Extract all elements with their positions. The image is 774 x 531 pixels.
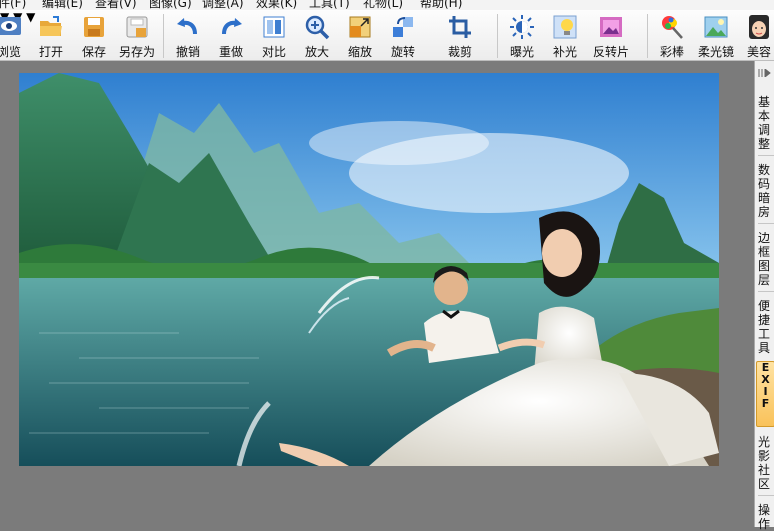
resize-icon <box>349 16 371 38</box>
menu-adjust[interactable]: 调整(A) <box>202 0 244 10</box>
menu-bar: 件(F) 编辑(E) 查看(V) 图像(G) 调整(A) 效果(K) 工具(T)… <box>0 0 774 10</box>
soft-lens-icon <box>704 16 728 38</box>
magnifier-icon <box>305 15 330 40</box>
menu-view[interactable]: 查看(V) <box>95 0 137 10</box>
right-tab-panel: 基本调整 数码暗房 边框图层 便捷工具 EXIF 光影社区 操作 <box>754 61 774 531</box>
fill-light-button[interactable]: 补光 <box>546 10 584 60</box>
compare-button[interactable]: 对比 <box>255 10 293 60</box>
open-button[interactable]: 打开 <box>32 10 70 60</box>
menu-gifts[interactable]: 礼物(L) <box>363 0 403 10</box>
tab-divider <box>758 495 774 496</box>
save-as-button[interactable]: 另存为 <box>114 10 160 60</box>
beauty-face-icon <box>749 15 769 39</box>
tab-quick-tools[interactable]: 便捷工具 <box>757 299 771 355</box>
tab-border-layers[interactable]: 边框图层 <box>757 231 771 287</box>
browse-eye-icon <box>0 17 21 35</box>
menu-edit[interactable]: 编辑(E) <box>42 0 83 10</box>
photo-scene <box>19 73 719 466</box>
tab-exif[interactable]: EXIF <box>756 361 774 427</box>
exposure-button[interactable]: 曝光 <box>503 10 541 60</box>
crop-icon <box>449 16 471 38</box>
toolbar-separator <box>497 14 498 58</box>
zoom-in-button[interactable]: 放大 <box>298 10 336 60</box>
color-wand-icon <box>662 16 683 39</box>
save-disk-icon <box>84 17 104 37</box>
beauty-button[interactable]: 美容 <box>740 10 774 60</box>
tab-community[interactable]: 光影社区 <box>757 435 771 491</box>
invert-film-icon <box>600 17 622 37</box>
main-toolbar: 浏览 打开 保存 另存为 撤销 重做 对比 放大 缩放 旋转 ▼ 裁剪 ▼ <box>0 10 774 61</box>
fill-light-bulb-icon <box>553 15 577 39</box>
panel-collapse-icon[interactable] <box>758 69 772 77</box>
toolbar-separator <box>163 14 164 58</box>
redo-arrow-icon <box>222 18 242 35</box>
invert-button[interactable]: 反转片 <box>589 10 633 60</box>
tab-divider <box>758 223 774 224</box>
tab-basic-adjust[interactable]: 基本调整 <box>757 95 771 151</box>
tab-digital-darkroom[interactable]: 数码暗房 <box>757 163 771 219</box>
toolbar-separator <box>647 14 648 58</box>
browse-button[interactable]: 浏览 <box>0 10 26 60</box>
rotate-button[interactable]: 旋转 <box>384 10 422 60</box>
menu-tools[interactable]: 工具(T) <box>309 0 350 10</box>
undo-button[interactable]: 撤销 <box>169 10 207 60</box>
soft-lens-button[interactable]: 柔光镜 <box>695 10 737 60</box>
crop-button[interactable]: 裁剪 <box>441 10 479 60</box>
menu-help[interactable]: 帮助(H) <box>420 0 462 10</box>
save-button[interactable]: 保存 <box>75 10 113 60</box>
folder-open-icon <box>40 16 62 36</box>
exposure-sun-icon <box>510 15 534 39</box>
redo-button[interactable]: 重做 <box>212 10 250 60</box>
tab-divider <box>758 155 774 156</box>
color-wand-button[interactable]: 彩棒 <box>653 10 691 60</box>
menu-file[interactable]: 件(F) <box>0 0 26 10</box>
compare-icon <box>263 16 285 38</box>
tab-divider <box>758 291 774 292</box>
rotate-icon <box>393 17 413 37</box>
save-as-icon <box>126 16 148 38</box>
resize-button[interactable]: 缩放 <box>341 10 379 60</box>
menu-image[interactable]: 图像(G) <box>149 0 192 10</box>
photo-image <box>19 73 719 466</box>
menu-effects[interactable]: 效果(K) <box>256 0 297 10</box>
undo-arrow-icon <box>177 18 197 35</box>
